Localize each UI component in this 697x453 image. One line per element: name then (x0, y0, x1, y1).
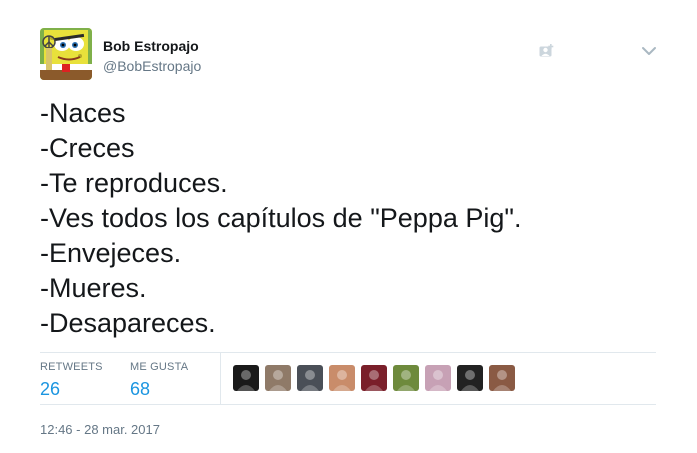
tweet-card: Bob Estropajo @BobEstropajo -Naces -Crec… (0, 0, 697, 453)
stats-divider-bottom (40, 404, 656, 405)
spongebob-avatar-icon (40, 28, 92, 80)
liker-avatar-1[interactable] (233, 365, 259, 391)
author-handle[interactable]: @BobEstropajo (103, 58, 201, 74)
tweet-line: -Creces (40, 133, 135, 163)
retweets-label: RETWEETS (40, 361, 103, 373)
tweet-text: -Naces -Creces -Te reproduces. -Ves todo… (40, 96, 660, 341)
tweet-line: -Desapareces. (40, 308, 216, 338)
liker-avatar-2[interactable] (265, 365, 291, 391)
chevron-down-icon[interactable] (641, 44, 657, 58)
stats-separator (220, 353, 221, 404)
likes-label: ME GUSTA (130, 361, 189, 373)
likers-avatars (233, 365, 515, 391)
author-name[interactable]: Bob Estropajo (103, 38, 199, 54)
retweets-count[interactable]: 26 (40, 377, 103, 401)
liker-avatar-5[interactable] (361, 365, 387, 391)
likes-count[interactable]: 68 (130, 377, 188, 401)
tweet-line: -Ves todos los capítulos de "Peppa Pig". (40, 203, 522, 233)
retweets-stat[interactable]: RETWEETS 26 (40, 361, 103, 401)
tweet-line: -Mueres. (40, 273, 147, 303)
liker-avatar-8[interactable] (457, 365, 483, 391)
tweet-line: -Envejeces. (40, 238, 182, 268)
stats-divider-top (40, 352, 656, 353)
follow-user-icon[interactable] (539, 44, 554, 58)
liker-avatar-9[interactable] (489, 365, 515, 391)
tweet-timestamp[interactable]: 12:46 - 28 mar. 2017 (40, 422, 160, 437)
liker-avatar-3[interactable] (297, 365, 323, 391)
tweet-line: -Naces (40, 98, 126, 128)
tweet-line: -Te reproduces. (40, 168, 228, 198)
liker-avatar-7[interactable] (425, 365, 451, 391)
liker-avatar-6[interactable] (393, 365, 419, 391)
likes-stat[interactable]: ME GUSTA 68 (130, 361, 188, 401)
author-avatar[interactable] (40, 28, 92, 80)
liker-avatar-4[interactable] (329, 365, 355, 391)
